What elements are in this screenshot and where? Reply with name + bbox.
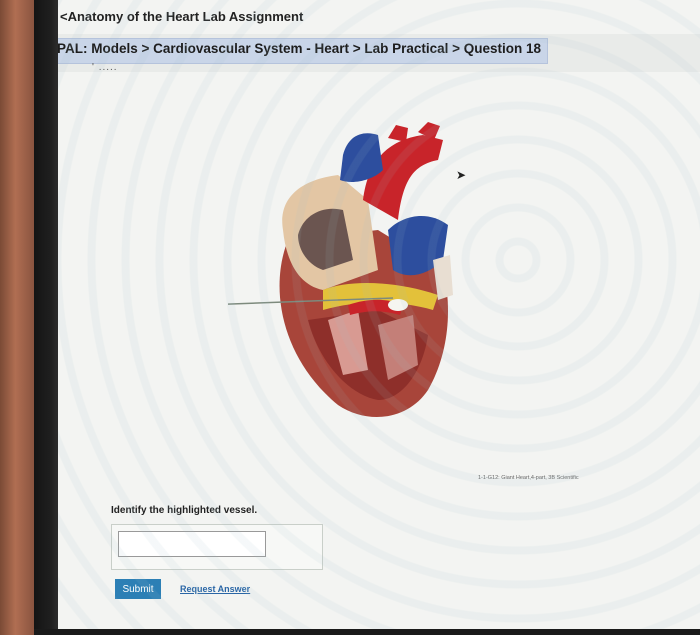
question-prompt: Identify the highlighted vessel. [111, 505, 258, 516]
cursor-arrow-icon: ➤ [456, 168, 467, 182]
request-answer-link[interactable]: Request Answer [180, 584, 250, 594]
breadcrumb: PAL: Models > Cardiovascular System - He… [58, 38, 549, 64]
answer-box [111, 524, 323, 570]
answer-input[interactable] [118, 531, 266, 557]
cut-off-text: ' ..... [92, 62, 118, 73]
back-link[interactable]: <Anatomy of the Heart Lab Assignment [60, 9, 303, 24]
image-credit: 1-1-G12: Giant Heart,4-part, 3B Scientif… [478, 475, 579, 481]
monitor-bezel-bottom [34, 629, 700, 635]
heart-model-image [122, 120, 478, 430]
desk-background [0, 0, 34, 635]
monitor-bezel [34, 0, 58, 635]
browser-screen: <Anatomy of the Heart Lab Assignment PAL… [58, 0, 700, 629]
submit-button[interactable]: Submit [115, 579, 161, 599]
